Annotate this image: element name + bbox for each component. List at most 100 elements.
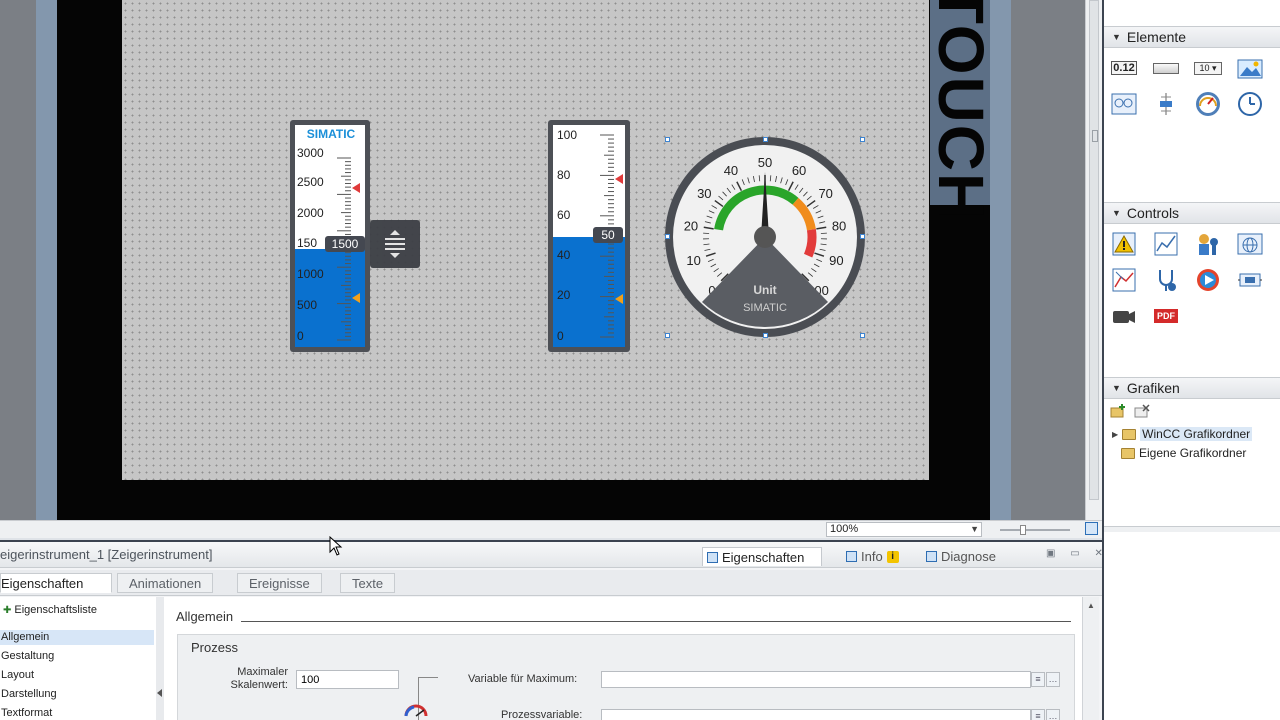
symbolic-io-icon[interactable]: 10 ▾ xyxy=(1194,54,1222,82)
selection-handle[interactable] xyxy=(860,234,865,239)
properties-icon xyxy=(707,551,718,563)
symbol-library-icon[interactable] xyxy=(1110,90,1138,118)
max-scale-input[interactable] xyxy=(296,670,399,689)
alignment-overlay-button[interactable] xyxy=(370,220,420,268)
media-player-icon[interactable] xyxy=(1194,266,1222,294)
diagnostics-icon xyxy=(926,551,937,562)
content-scrollbar[interactable]: ▲ xyxy=(1082,597,1099,720)
selection-handle[interactable] xyxy=(763,333,768,338)
scroll-up-icon[interactable]: ▲ xyxy=(1087,601,1095,610)
tag-list-icon[interactable]: ≡ xyxy=(1031,709,1045,720)
taskcard-splitter[interactable] xyxy=(1104,526,1280,532)
camera-view-icon[interactable] xyxy=(1110,302,1138,330)
gauge-widget[interactable]: 0102030405060708090100 Unit SIMATIC xyxy=(664,134,868,340)
gauge-scale-label: 50 xyxy=(758,155,772,170)
folder-icon xyxy=(1121,447,1135,459)
section-elemente[interactable]: ▼ Elemente xyxy=(1104,26,1280,48)
section-grafiken[interactable]: ▼ Grafiken xyxy=(1104,377,1280,399)
nav-item-gestaltung[interactable]: Gestaltung xyxy=(1,650,54,662)
scale-label: 20 xyxy=(557,288,571,302)
scale-label: 1000 xyxy=(297,267,324,281)
add-folder-link-icon[interactable] xyxy=(1110,404,1126,418)
gauge-scale-label: 30 xyxy=(697,186,711,201)
process-variable-input[interactable] xyxy=(601,709,1031,720)
section-controls[interactable]: ▼ Controls xyxy=(1104,202,1280,224)
browse-button[interactable]: … xyxy=(1046,672,1060,687)
gauge-brand: SIMATIC xyxy=(743,302,787,314)
gauge-scale-label: 20 xyxy=(684,218,698,233)
section-title: Allgemein xyxy=(176,609,234,624)
tab-info[interactable]: Info i xyxy=(842,547,903,566)
subtab-texte[interactable]: Texte xyxy=(340,573,396,593)
scale-label: 0 xyxy=(557,329,564,343)
upper-limit-marker xyxy=(352,183,360,193)
var-max-label: Variable für Maximum: xyxy=(468,673,578,685)
alarm-view-icon[interactable] xyxy=(1110,230,1138,258)
selection-handle[interactable] xyxy=(860,137,865,142)
scale-label: 0 xyxy=(297,329,304,343)
selection-handle[interactable] xyxy=(763,137,768,142)
section-label: Controls xyxy=(1126,205,1180,221)
zoom-slider-track[interactable] xyxy=(1000,529,1070,531)
browse-button[interactable]: … xyxy=(1046,709,1060,720)
gauge-tick xyxy=(769,175,772,182)
remove-folder-link-icon[interactable] xyxy=(1134,404,1150,418)
recipe-view-icon[interactable] xyxy=(1110,266,1138,294)
selection-handle[interactable] xyxy=(665,234,670,239)
selection-handle[interactable] xyxy=(860,333,865,338)
max-scale-label: Maximaler Skalenwert: xyxy=(230,666,288,691)
tag-list-icon[interactable]: ≡ xyxy=(1031,672,1045,687)
clock-icon[interactable] xyxy=(1236,90,1264,118)
scale-label: 100 xyxy=(557,128,578,142)
collapse-icon: ▼ xyxy=(1112,383,1121,393)
gauge-element-icon[interactable] xyxy=(1194,90,1222,118)
gauge-scale-label: 40 xyxy=(724,163,738,178)
button-element-icon[interactable] xyxy=(1152,54,1180,82)
nav-list-head-label: Eigenschaftsliste xyxy=(14,604,97,616)
nav-item-darstellung[interactable]: Darstellung xyxy=(1,688,57,700)
nav-item-textformat[interactable]: Textformat xyxy=(1,707,52,719)
scale-label: 3000 xyxy=(297,146,324,160)
zoom-value: 100% xyxy=(830,523,859,535)
zoom-fit-icon[interactable] xyxy=(1085,522,1098,535)
folder-wincc-graphics[interactable]: ▶ WinCC Grafikordner xyxy=(1112,427,1253,441)
io-field-icon[interactable]: 0.12 xyxy=(1110,54,1138,82)
section-divider xyxy=(241,621,1071,622)
info-icon xyxy=(846,551,857,562)
diagnostics-view-icon[interactable] xyxy=(1152,266,1180,294)
chevron-down-icon: ▼ xyxy=(970,524,979,534)
subtab-eigenschaften[interactable]: Eigenschaften xyxy=(0,573,112,593)
selection-handle[interactable] xyxy=(665,333,670,338)
collapse-arrow-icon xyxy=(157,689,162,697)
zoom-select[interactable]: 100% ▼ xyxy=(826,522,982,537)
nav-item-layout[interactable]: Layout xyxy=(1,669,34,681)
window-controls[interactable]: ▣ ▭ ✕ xyxy=(1046,548,1109,559)
folder-own-graphics[interactable]: Eigene Grafikordner xyxy=(1121,446,1246,460)
touch-label: TOUCH xyxy=(925,0,997,221)
property-list-toggle[interactable]: ✚ Eigenschaftsliste xyxy=(3,604,97,616)
collapse-icon: ▼ xyxy=(1112,32,1121,42)
splitter-handle[interactable] xyxy=(1092,130,1098,142)
tab-diagnose[interactable]: Diagnose xyxy=(922,547,1000,566)
mouse-cursor-icon xyxy=(329,536,343,556)
status-force-icon[interactable] xyxy=(1236,266,1264,294)
selection-handle[interactable] xyxy=(665,137,670,142)
editor-vertical-scrollbar[interactable] xyxy=(1085,0,1102,520)
gauge-scale-label: 80 xyxy=(832,218,846,233)
user-view-icon[interactable] xyxy=(1194,230,1222,258)
graphic-view-icon[interactable] xyxy=(1236,54,1264,82)
scrollbar-thumb[interactable] xyxy=(1089,0,1099,500)
zoom-slider-thumb[interactable] xyxy=(1020,525,1026,535)
trend-view-icon[interactable] xyxy=(1152,230,1180,258)
nav-collapse-bar[interactable] xyxy=(156,597,164,720)
web-browser-icon[interactable] xyxy=(1236,230,1264,258)
gauge-zone-red xyxy=(803,228,817,258)
subtab-animationen[interactable]: Animationen xyxy=(117,573,214,593)
tab-eigenschaften[interactable]: Eigenschaften xyxy=(702,547,822,566)
section-label: Grafiken xyxy=(1126,380,1180,396)
subtab-ereignisse[interactable]: Ereignisse xyxy=(237,573,322,593)
nav-item-allgemein[interactable]: Allgemein xyxy=(1,631,49,643)
slider-icon[interactable] xyxy=(1152,90,1180,118)
var-max-input[interactable] xyxy=(601,671,1031,688)
pdf-view-icon[interactable]: PDF xyxy=(1152,302,1180,330)
